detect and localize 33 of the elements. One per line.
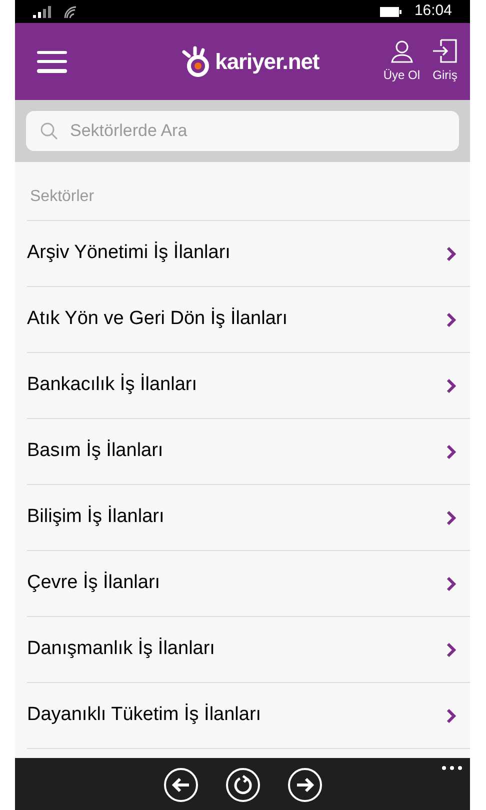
section-title: Sektörler <box>30 187 94 207</box>
forward-button[interactable] <box>286 767 322 803</box>
search-field[interactable]: Sektörlerde Ara <box>26 111 459 151</box>
chevron-right-icon <box>446 708 456 724</box>
sector-item[interactable]: Çevre İş İlanları <box>27 551 470 617</box>
status-time: 16:04 <box>414 1 452 22</box>
chevron-right-icon <box>446 576 456 592</box>
chevron-right-icon <box>446 312 456 328</box>
logo-icon <box>181 46 212 78</box>
back-button[interactable] <box>162 767 198 803</box>
logo-text: kariyer.net <box>215 48 320 76</box>
sector-item[interactable]: Atık Yön ve Geri Dön İş İlanları <box>27 287 470 353</box>
sector-item[interactable]: Arşiv Yönetimi İş İlanları <box>27 221 470 287</box>
wifi-icon <box>63 4 77 18</box>
chevron-right-icon <box>446 642 456 658</box>
person-icon <box>390 39 414 63</box>
chevron-right-icon <box>446 246 456 262</box>
chevron-right-icon <box>446 444 456 460</box>
sector-item[interactable]: Bankacılık İş İlanları <box>27 353 470 419</box>
login-button[interactable]: Giriş <box>432 39 458 84</box>
sector-item[interactable]: Dayanıklı Tüketim İş İlanları <box>27 683 470 749</box>
chevron-right-icon <box>446 378 456 394</box>
sign-in-icon <box>432 39 458 63</box>
sector-item[interactable]: Bilişim İş İlanları <box>27 485 470 551</box>
sector-item[interactable]: Danışmanlık İş İlanları <box>27 617 470 683</box>
refresh-button[interactable] <box>224 767 260 803</box>
menu-button[interactable] <box>37 50 67 72</box>
battery-icon <box>380 6 402 16</box>
sector-item[interactable]: Basım İş İlanları <box>27 419 470 485</box>
chevron-right-icon <box>446 510 456 526</box>
search-icon <box>40 122 58 140</box>
more-button[interactable] <box>440 764 464 772</box>
sign-up-button[interactable]: Üye Ol <box>383 39 420 84</box>
